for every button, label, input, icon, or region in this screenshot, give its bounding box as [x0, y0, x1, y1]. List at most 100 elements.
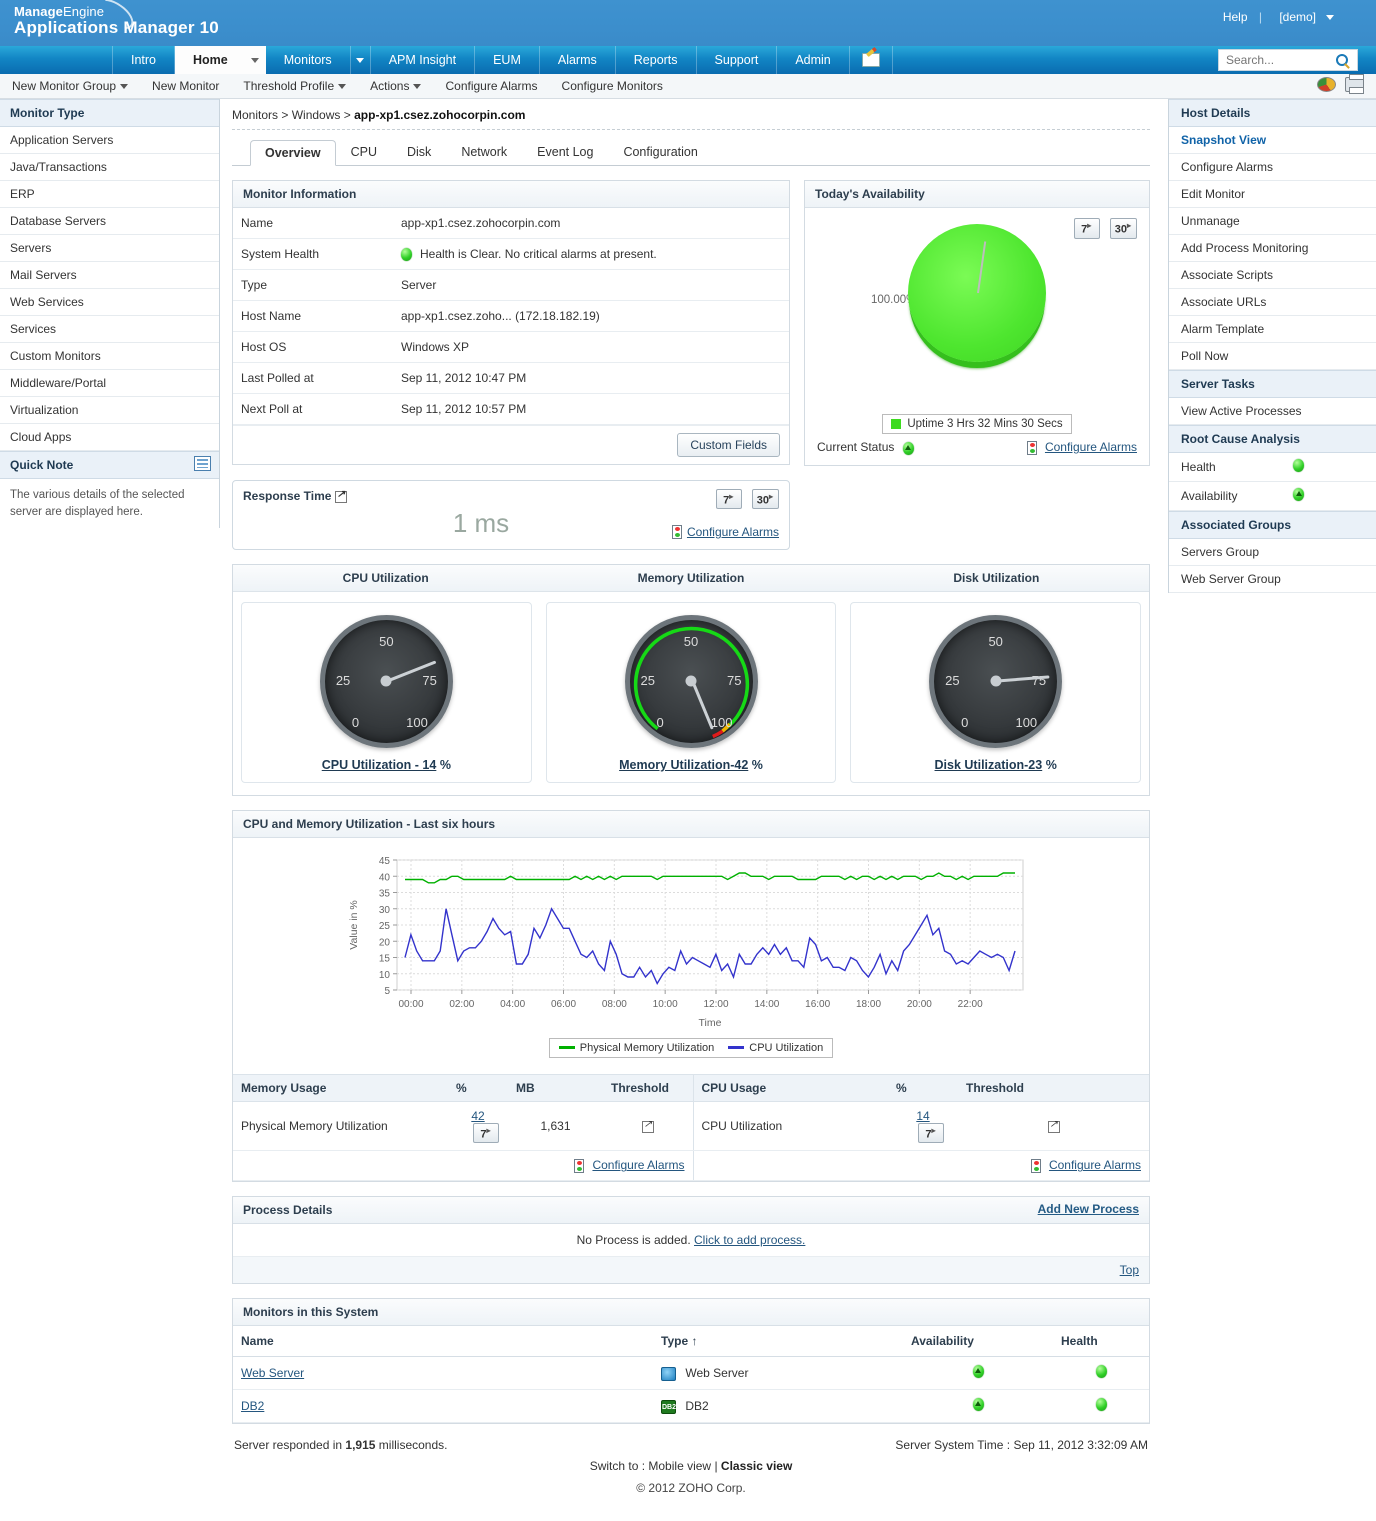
sidebar-item-middleware-portal[interactable]: Middleware/Portal [0, 370, 219, 397]
top-link[interactable]: Top [1120, 1263, 1139, 1277]
sidebar-item-snapshot-view[interactable]: Snapshot View [1169, 127, 1376, 154]
sidebar-item-rca-availability[interactable]: Availability [1169, 482, 1376, 511]
sidebar-item-configure-alarms[interactable]: Configure Alarms [1169, 154, 1376, 181]
breadcrumb-windows[interactable]: Windows [292, 108, 341, 122]
tab-edit-widgets[interactable] [850, 46, 893, 74]
tab-event-log[interactable]: Event Log [522, 139, 608, 165]
sidebar-item-java-transactions[interactable]: Java/Transactions [0, 154, 219, 181]
tab-admin[interactable]: Admin [777, 46, 849, 74]
cpu-usage-period-button[interactable]: 7▸ [918, 1123, 944, 1144]
response-time-period-30-button[interactable]: 30▸ [752, 489, 779, 510]
new-monitor-group-button[interactable]: New Monitor Group [0, 79, 140, 93]
breadcrumb-monitors[interactable]: Monitors [232, 108, 278, 122]
tab-apm-insight[interactable]: APM Insight [371, 46, 475, 74]
tab-cpu[interactable]: CPU [336, 139, 392, 165]
memory-gauge-link[interactable]: Memory Utilization-42 [619, 758, 748, 772]
search-icon[interactable] [1336, 54, 1348, 66]
sidebar-item-associate-scripts[interactable]: Associate Scripts [1169, 262, 1376, 289]
popout-icon[interactable] [335, 491, 347, 503]
sidebar-item-unmanage[interactable]: Unmanage [1169, 208, 1376, 235]
monitor-row-1-name[interactable]: DB2 [241, 1399, 264, 1413]
cpu-usage-percent[interactable]: 14 [916, 1109, 929, 1123]
memory-usage-period-button[interactable]: 7▸ [473, 1123, 499, 1144]
cpu-configure-alarms-cell[interactable]: Configure Alarms [693, 1151, 1149, 1181]
custom-fields-button[interactable]: Custom Fields [677, 433, 780, 457]
threshold-icon[interactable] [642, 1121, 654, 1133]
tab-overview[interactable]: Overview [250, 140, 336, 166]
sidebar-item-servers-group[interactable]: Servers Group [1169, 539, 1376, 566]
sidebar-item-virtualization[interactable]: Virtualization [0, 397, 219, 424]
threshold-icon[interactable] [1048, 1121, 1060, 1133]
cpu-gauge-link[interactable]: CPU Utilization - 14 [322, 758, 437, 772]
app-logo: ManageEngine Applications Manager 10 [14, 5, 219, 36]
sidebar-item-edit-monitor[interactable]: Edit Monitor [1169, 181, 1376, 208]
tab-eum[interactable]: EUM [475, 46, 540, 74]
classic-view-link[interactable]: Classic view [721, 1459, 792, 1473]
user-menu[interactable]: [demo] [1267, 10, 1340, 24]
search-input[interactable] [1224, 51, 1334, 69]
memory-configure-alarms-link[interactable]: Configure Alarms [592, 1158, 684, 1172]
tab-network[interactable]: Network [446, 139, 522, 165]
monitor-row-0-name[interactable]: Web Server [241, 1366, 304, 1380]
sidebar-item-rca-health[interactable]: Health [1169, 453, 1376, 482]
pie-chart-icon[interactable] [1317, 77, 1336, 92]
process-empty-link[interactable]: Click to add process. [694, 1233, 805, 1247]
response-time-period-7-button[interactable]: 7▸ [716, 489, 742, 510]
notes-icon[interactable] [194, 456, 211, 471]
tab-home-dropdown[interactable] [246, 46, 266, 74]
sidebar-item-alarm-template[interactable]: Alarm Template [1169, 316, 1376, 343]
sidebar-item-custom-monitors[interactable]: Custom Monitors [0, 343, 219, 370]
sidebar-item-cloud-apps[interactable]: Cloud Apps [0, 424, 219, 451]
sidebar-item-mail-servers[interactable]: Mail Servers [0, 262, 219, 289]
response-time-column: Response Time 7▸ 30▸ 1 ms Configure Alar… [232, 466, 790, 550]
configure-alarms-label: Configure Alarms [445, 79, 537, 93]
availability-configure-alarms-link[interactable]: Configure Alarms [1045, 440, 1137, 454]
tab-monitors-dropdown[interactable] [351, 46, 371, 74]
configure-alarms-button[interactable]: Configure Alarms [433, 79, 549, 93]
cpu-configure-alarms-link[interactable]: Configure Alarms [1049, 1158, 1141, 1172]
printer-icon[interactable] [1345, 77, 1364, 92]
sidebar-item-erp[interactable]: ERP [0, 181, 219, 208]
availability-configure-alarms-wrap[interactable]: Configure Alarms [1027, 440, 1137, 455]
response-time-configure-alarms-link[interactable]: Configure Alarms [687, 525, 779, 539]
tab-disk[interactable]: Disk [392, 139, 446, 165]
actions-button[interactable]: Actions [358, 79, 433, 93]
sidebar-item-poll-now[interactable]: Poll Now [1169, 343, 1376, 370]
search-box[interactable] [1218, 49, 1358, 71]
sidebar-item-add-process-monitoring[interactable]: Add Process Monitoring [1169, 235, 1376, 262]
mobile-view-link[interactable]: Mobile view [648, 1459, 711, 1473]
sidebar-item-services[interactable]: Services [0, 316, 219, 343]
th-monitor-type[interactable]: Type ↑ [653, 1326, 903, 1357]
sidebar-item-application-servers[interactable]: Application Servers [0, 127, 219, 154]
info-label-type: Type [233, 270, 401, 300]
tab-reports[interactable]: Reports [616, 46, 697, 74]
sidebar-item-web-server-group[interactable]: Web Server Group [1169, 566, 1376, 593]
sidebar-item-associate-urls[interactable]: Associate URLs [1169, 289, 1376, 316]
rca-availability-led-wrap [1293, 488, 1304, 504]
add-new-process-link[interactable]: Add New Process [1038, 1202, 1139, 1216]
th-monitor-name[interactable]: Name [233, 1326, 653, 1357]
info-value-type: Server [401, 270, 436, 300]
configure-monitors-button[interactable]: Configure Monitors [550, 79, 675, 93]
help-link[interactable]: Help [1217, 10, 1254, 24]
sidebar-item-servers[interactable]: Servers [0, 235, 219, 262]
sidebar-item-view-active-processes[interactable]: View Active Processes [1169, 398, 1376, 425]
new-monitor-button[interactable]: New Monitor [140, 79, 231, 93]
tab-home[interactable]: Home [175, 46, 246, 74]
web-server-icon [661, 1367, 676, 1381]
tab-alarms[interactable]: Alarms [540, 46, 616, 74]
response-time-configure-alarms-wrap[interactable]: Configure Alarms [672, 525, 779, 539]
add-new-process-wrap[interactable]: Add New Process [1038, 1202, 1139, 1216]
memory-configure-alarms-cell[interactable]: Configure Alarms [233, 1151, 693, 1181]
tab-support[interactable]: Support [697, 46, 778, 74]
sidebar-item-database-servers[interactable]: Database Servers [0, 208, 219, 235]
page-body: Monitor Type Application Servers Java/Tr… [0, 99, 1376, 1521]
memory-usage-percent[interactable]: 42 [471, 1109, 484, 1123]
tab-configuration[interactable]: Configuration [608, 139, 712, 165]
tab-intro[interactable]: Intro [112, 46, 175, 74]
sidebar-item-web-services[interactable]: Web Services [0, 289, 219, 316]
gauge-header-cpu: CPU Utilization [233, 565, 538, 591]
disk-gauge-link[interactable]: Disk Utilization-23 [935, 758, 1043, 772]
threshold-profile-button[interactable]: Threshold Profile [231, 79, 358, 93]
tab-monitors[interactable]: Monitors [266, 46, 351, 74]
